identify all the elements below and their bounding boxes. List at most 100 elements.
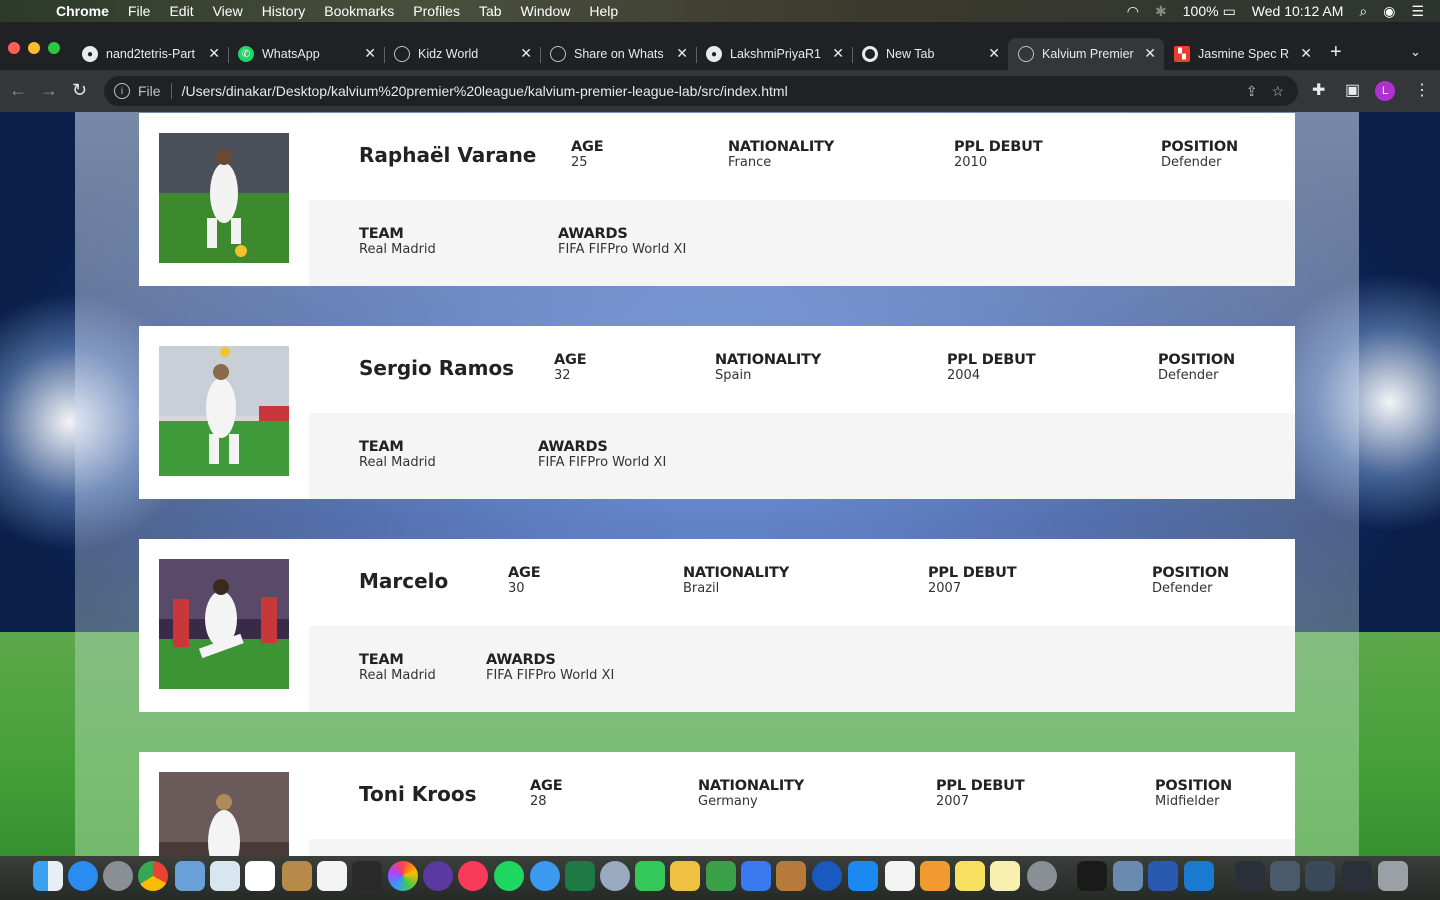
keynote-icon[interactable] xyxy=(741,861,771,891)
menu-edit[interactable]: Edit xyxy=(169,3,193,19)
recent-window-icon[interactable] xyxy=(1305,861,1335,891)
recent-window-icon[interactable] xyxy=(1342,861,1372,891)
finder-icon[interactable] xyxy=(33,861,63,891)
maps-icon[interactable] xyxy=(210,861,240,891)
wifi-icon[interactable]: ◠ xyxy=(1127,3,1139,20)
reminders-icon[interactable] xyxy=(317,861,347,891)
bluetooth-icon[interactable]: ✱ xyxy=(1155,3,1167,20)
menu-bookmarks[interactable]: Bookmarks xyxy=(324,3,394,19)
tab-label: nand2tetris-Part xyxy=(106,47,195,61)
awards-label: AWARDS xyxy=(558,226,628,242)
age-field: AGE 28 xyxy=(530,778,563,809)
system-preferences-icon[interactable] xyxy=(1027,861,1057,891)
recent-window-icon[interactable] xyxy=(1270,861,1300,891)
siri-icon[interactable] xyxy=(423,861,453,891)
close-icon[interactable]: ✕ xyxy=(1300,45,1312,62)
close-icon[interactable]: ✕ xyxy=(832,45,844,62)
app-store-icon[interactable] xyxy=(848,861,878,891)
menu-view[interactable]: View xyxy=(213,3,243,19)
battery-icon[interactable]: ▭ xyxy=(1223,3,1236,20)
share-icon[interactable]: ⇪ xyxy=(1246,83,1258,100)
player-name: Raphaël Varane xyxy=(359,143,537,167)
player-info-row: Toni Kroos AGE 28 NATIONALITY Germany PP… xyxy=(309,752,1295,839)
profile-avatar[interactable]: L xyxy=(1375,81,1395,101)
close-icon[interactable]: ✕ xyxy=(676,45,688,62)
close-icon[interactable]: ✕ xyxy=(364,45,376,62)
tab-lakshmipriya[interactable]: ● LakshmiPriyaR1 ✕ xyxy=(696,38,853,70)
siri-icon[interactable]: ◉ xyxy=(1383,3,1395,20)
tab-jasmine-spec[interactable]: ▚ Jasmine Spec R ✕ xyxy=(1164,38,1320,70)
tab-kalvium-premier-active[interactable]: Kalvium Premier ✕ xyxy=(1008,38,1164,70)
garageband-icon[interactable] xyxy=(776,861,806,891)
no-entry-app-icon[interactable] xyxy=(600,861,630,891)
clock[interactable]: Wed 10:12 AM xyxy=(1252,3,1344,19)
reload-icon[interactable]: ↻ xyxy=(72,80,87,100)
activity-monitor-icon[interactable] xyxy=(352,861,382,891)
chrome-icon[interactable] xyxy=(138,861,168,891)
menu-file[interactable]: File xyxy=(128,3,151,19)
menu-window[interactable]: Window xyxy=(521,3,571,19)
back-arrow-icon[interactable]: ← xyxy=(9,80,27,100)
bookmark-star-icon[interactable]: ☆ xyxy=(1271,83,1284,100)
notes-folder-icon[interactable] xyxy=(282,861,312,891)
url-text[interactable]: /Users/dinakar/Desktop/kalvium%20premier… xyxy=(182,83,1246,99)
vscode-icon[interactable] xyxy=(1184,861,1214,891)
safari-icon[interactable] xyxy=(68,861,98,891)
stickies-icon[interactable] xyxy=(955,861,985,891)
home-icon[interactable] xyxy=(920,861,950,891)
preview-icon[interactable] xyxy=(175,861,205,891)
control-center-icon[interactable]: ☰ xyxy=(1411,3,1424,20)
menu-profiles[interactable]: Profiles xyxy=(413,3,460,19)
close-icon[interactable]: ✕ xyxy=(1144,45,1156,62)
page-viewport: Raphaël Varane AGE 25 NATIONALITY France… xyxy=(0,112,1440,856)
music-icon[interactable] xyxy=(458,861,488,891)
spotify-icon[interactable] xyxy=(494,861,524,891)
tab-whatsapp[interactable]: ✆ WhatsApp ✕ xyxy=(228,38,385,70)
edge-icon[interactable] xyxy=(812,861,842,891)
calendar-icon[interactable] xyxy=(245,861,275,891)
terminal-icon[interactable] xyxy=(1077,861,1107,891)
launchpad-icon[interactable] xyxy=(103,861,133,891)
pages-icon[interactable] xyxy=(670,861,700,891)
tab-new-tab[interactable]: New Tab ✕ xyxy=(852,38,1008,70)
photos-icon[interactable] xyxy=(388,861,418,891)
extensions-puzzle-icon[interactable]: ✚ xyxy=(1312,82,1325,100)
menu-history[interactable]: History xyxy=(262,3,306,19)
close-icon[interactable]: ✕ xyxy=(208,45,220,62)
close-icon[interactable]: ✕ xyxy=(520,45,532,62)
menu-app-name[interactable]: Chrome xyxy=(56,3,109,19)
player-name: Marcelo xyxy=(359,569,449,593)
new-tab-plus-icon[interactable]: + xyxy=(1330,42,1342,62)
tab-search-chevron-icon[interactable]: ⌄ xyxy=(1410,44,1421,60)
excel-icon[interactable] xyxy=(565,861,595,891)
address-bar[interactable]: i File /Users/dinakar/Desktop/kalvium%20… xyxy=(104,76,1298,106)
messages-icon[interactable] xyxy=(530,861,560,891)
more-menu-icon[interactable]: ⋮ xyxy=(1414,82,1430,100)
numbers-icon[interactable] xyxy=(706,861,736,891)
player-info-row: Marcelo AGE 30 NATIONALITY Brazil PPL DE… xyxy=(309,539,1295,626)
nationality-label: NATIONALITY xyxy=(715,352,822,368)
nationality-label: NATIONALITY xyxy=(698,778,805,794)
spotlight-search-icon[interactable]: ⌕ xyxy=(1359,3,1367,20)
tab-kidz-world[interactable]: Kidz World ✕ xyxy=(384,38,541,70)
screenshot-icon[interactable] xyxy=(1113,861,1143,891)
trash-icon[interactable] xyxy=(1378,861,1408,891)
window-close-button[interactable] xyxy=(8,42,20,54)
window-zoom-button[interactable] xyxy=(48,42,60,54)
menu-tab[interactable]: Tab xyxy=(479,3,502,19)
notes-icon[interactable] xyxy=(990,861,1020,891)
textedit-icon[interactable] xyxy=(885,861,915,891)
menu-help[interactable]: Help xyxy=(589,3,618,19)
position-value: Midfielder xyxy=(1155,794,1220,809)
tab-nand2tetris[interactable]: ● nand2tetris-Part ✕ xyxy=(72,38,229,70)
word-icon[interactable] xyxy=(1148,861,1178,891)
forward-arrow-icon[interactable]: → xyxy=(40,80,58,100)
nationality-value: Brazil xyxy=(683,581,720,596)
side-panel-icon[interactable]: ▣ xyxy=(1345,82,1360,100)
close-icon[interactable]: ✕ xyxy=(988,45,1000,62)
facetime-icon[interactable] xyxy=(635,861,665,891)
window-minimize-button[interactable] xyxy=(28,42,40,54)
recent-window-icon[interactable] xyxy=(1235,861,1265,891)
tab-share-on-whatsapp[interactable]: Share on Whats ✕ xyxy=(540,38,697,70)
info-icon[interactable]: i xyxy=(114,83,130,99)
